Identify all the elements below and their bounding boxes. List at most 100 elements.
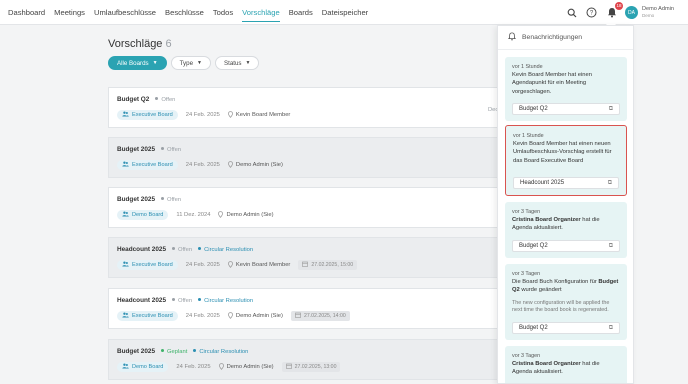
help-icon[interactable]: ? (585, 6, 599, 20)
notification-text: Cristina Board Organizer hat die Agenda … (512, 360, 620, 377)
notification-actor: Cristina Board Organizer (512, 361, 581, 367)
proposal-header: Budget 2025 Offen (117, 146, 187, 153)
proposal-date: 24 Feb. 2025 (185, 112, 220, 118)
avatar[interactable]: DA (624, 6, 638, 19)
type-tag: Circular Resolution (193, 349, 248, 355)
notification-link[interactable]: Budget Q2 ⧉ (512, 103, 620, 115)
nav-vorschlaege[interactable]: Vorschläge (242, 0, 280, 25)
proposal-header: Headcount 2025 Offen Circular Resolution (117, 297, 253, 304)
boards-filter-button[interactable]: Alle Boards ▼ (108, 56, 167, 70)
status-label: Offen (178, 246, 193, 253)
proposal-card[interactable]: Budget 2025 Offen Executive Board 24 Feb. 2… (108, 137, 528, 178)
user-role: Demo (641, 13, 655, 18)
chevron-down-icon: ▼ (197, 60, 202, 66)
nav-todos[interactable]: Todos (213, 0, 233, 25)
status-dot-icon (172, 298, 176, 302)
chevron-down-icon: ▼ (152, 60, 158, 66)
notification-item-highlighted[interactable]: vor 1 Stunde Kevin Board Member hat eine… (505, 125, 627, 196)
nav-boards[interactable]: Boards (289, 0, 313, 25)
type-tag: Circular Resolution (198, 298, 253, 304)
deadline-badge: 27.02.2025, 15:00 (298, 260, 358, 270)
notification-actor: Cristina Board Organizer (512, 217, 581, 223)
status-filter-label: Status (223, 59, 242, 67)
notification-link[interactable]: Headcount 2025 ⧉ (513, 177, 619, 189)
proposal-card[interactable]: Headcount 2025 Offen Circular Resolution Ex… (108, 288, 528, 329)
notification-item[interactable]: vor 3 Tagen Cristina Board Organizer hat… (505, 346, 627, 383)
notification-link-label: Budget Q2 (519, 325, 548, 331)
location-pin-icon (218, 362, 224, 372)
deadline-badge: 27.02.2025, 13:00 (281, 362, 341, 372)
nav-dateispeicher[interactable]: Dateispeicher (322, 0, 368, 25)
board-badge: Executive Board (117, 311, 178, 321)
status-dot-icon (161, 197, 165, 201)
proposal-title: Headcount 2025 (117, 246, 167, 253)
notification-item[interactable]: vor 3 Tagen Die Board Buch Konfiguration… (505, 264, 627, 340)
board-badge: Executive Board (117, 260, 178, 270)
search-icon[interactable] (565, 6, 579, 20)
proposal-card[interactable]: Budget 2025 Geplant Circular Resolution Dem… (108, 339, 528, 380)
proposal-title: Budget 2025 (117, 348, 156, 355)
notification-link[interactable]: Budget Q2 ⧉ (512, 240, 620, 252)
proposal-card[interactable]: Budget 2025 Offen Demo Board 11 Dez. 2024 De… (108, 187, 528, 228)
proposal-owner: Demo Admin (Sie) (228, 311, 283, 321)
bell-icon[interactable]: 18 (605, 1, 623, 20)
top-navigation-bar: Dashboard Meetings Umlaufbeschlüsse Besc… (0, 0, 688, 25)
status-label: Offen (167, 196, 182, 203)
nav-dashboard[interactable]: Dashboard (8, 0, 45, 25)
nav-beschluesse[interactable]: Beschlüsse (165, 0, 204, 25)
nav-meetings[interactable]: Meetings (54, 0, 85, 25)
nav-umlaufbeschluesse[interactable]: Umlaufbeschlüsse (94, 0, 156, 25)
external-link-icon: ⧉ (607, 179, 612, 186)
proposal-owner: Demo Admin (Sie) (228, 160, 283, 170)
boards-filter-label: Alle Boards (117, 59, 149, 67)
svg-text:?: ? (590, 11, 594, 17)
board-badge: Executive Board (117, 110, 178, 120)
notification-time: vor 1 Stunde (513, 133, 544, 139)
status-dot-icon (172, 247, 176, 251)
proposal-header: Budget 2025 Offen (117, 196, 187, 203)
proposal-owner: Demo Admin (Sie) (218, 362, 274, 372)
external-link-icon: ⧉ (608, 105, 613, 112)
external-link-icon: ⧉ (608, 324, 613, 331)
status-badge: Offen (172, 298, 192, 304)
status-label: Offen (161, 96, 176, 103)
notification-time: vor 3 Tagen (512, 271, 541, 277)
type-filter-button[interactable]: Type ▼ (170, 56, 211, 70)
main-nav: Dashboard Meetings Umlaufbeschlüsse Besc… (0, 0, 377, 25)
notification-link[interactable]: Budget Q2 ⧉ (512, 322, 620, 334)
notification-link-label: Budget Q2 (519, 243, 548, 249)
proposal-card[interactable]: Headcount 2025 Offen Circular Resolution Ex… (108, 237, 528, 278)
notification-item[interactable]: vor 1 Stunde Kevin Board Member hat eine… (505, 57, 627, 121)
status-badge: Offen (161, 147, 181, 153)
bell-icon (507, 32, 517, 43)
user-menu[interactable]: Demo Admin Demo (642, 6, 674, 19)
proposal-date: 11 Dez. 2024 (176, 212, 211, 218)
users-icon (122, 312, 129, 320)
proposal-meta: Demo Board 24 Feb. 2025 Demo Admin (Sie) 27… (117, 362, 341, 372)
deadline-text: 27.02.2025, 13:00 (294, 364, 337, 370)
proposal-header: Budget Q2 Offen (117, 96, 181, 103)
owner-name: Kevin Board Member (235, 262, 291, 268)
proposal-title: Budget 2025 (117, 146, 156, 153)
owner-name: Demo Admin (Sie) (226, 364, 274, 370)
owner-name: Demo Admin (Sie) (226, 212, 274, 218)
notification-item[interactable]: vor 3 Tagen Cristina Board Organizer hat… (505, 202, 627, 258)
users-icon (122, 111, 129, 119)
page-title: Vorschläge 6 (108, 38, 172, 50)
notification-time: vor 1 Stunde (512, 64, 543, 70)
proposal-card[interactable]: Budget Q2 Offen Executive Board 24 Feb. 202… (108, 87, 528, 128)
type-label: Circular Resolution (204, 297, 254, 304)
board-badge: Demo Board (117, 210, 169, 220)
notification-text: Kevin Board Member hat einen Agendapunkt… (512, 72, 592, 95)
calendar-icon (302, 261, 309, 269)
board-name: Executive Board (132, 112, 173, 118)
status-filter-button[interactable]: Status ▼ (214, 56, 260, 70)
board-name: Executive Board (132, 162, 173, 168)
board-name: Demo Board (132, 364, 164, 370)
status-dot-icon (161, 147, 165, 151)
type-label: Circular Resolution (199, 348, 249, 355)
proposal-meta: Demo Board 11 Dez. 2024 Demo Admin (Sie) (117, 210, 282, 220)
location-pin-icon (228, 110, 233, 120)
board-name: Executive Board (132, 262, 173, 268)
notification-count-badge: 18 (614, 1, 623, 10)
